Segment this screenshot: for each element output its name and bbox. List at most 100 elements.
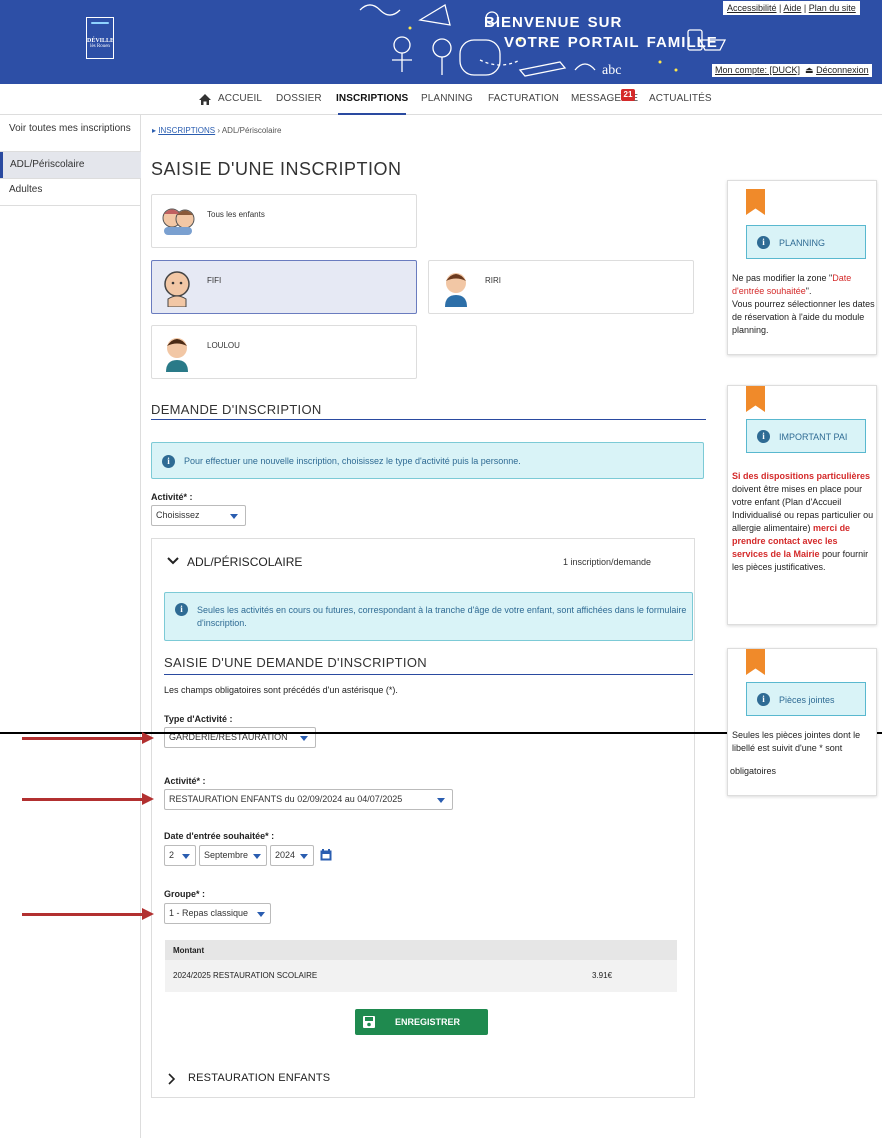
bookmark-icon <box>746 386 765 412</box>
groupe-label: Groupe* : <box>164 889 206 899</box>
planning-info-panel: i PLANNING Ne pas modifier la zone "Date… <box>727 180 877 355</box>
save-button-label: ENREGISTRER <box>395 1017 461 1027</box>
city-logo[interactable]: DÉVILLE lès Rouen <box>86 17 114 59</box>
pieces-jointes-note-2: obligatoires <box>730 766 777 776</box>
boy-avatar-icon <box>445 273 467 307</box>
help-link[interactable]: Aide <box>783 3 801 13</box>
breadcrumb-chevron-icon: ▸ <box>152 126 157 135</box>
sidebar-divider <box>0 205 141 206</box>
chevron-down-icon <box>253 854 261 859</box>
chevron-down-icon <box>257 912 265 917</box>
important-pai-label: IMPORTANT PAI <box>779 432 848 442</box>
sidebar-item-all-inscriptions[interactable]: Voir toutes mes inscriptions <box>0 123 141 134</box>
table-row-label: 2024/2025 RESTAURATION SCOLAIRE <box>173 971 318 980</box>
page-title: SAISIE D'UNE INSCRIPTION <box>151 159 402 179</box>
demande-info-text: Pour effectuer une nouvelle inscription,… <box>184 456 521 466</box>
pieces-jointes-button[interactable]: i Pièces jointes <box>746 682 866 716</box>
date-day-value: 2 <box>169 850 175 860</box>
type-activite-label: Type d'Activité : <box>164 714 233 724</box>
planning-note-text: Vous pourrez sélectionner les dates de r… <box>732 299 875 335</box>
nav-facturation[interactable]: FACTURATION <box>488 93 559 104</box>
adl-info-text: Seules les activités en cours ou futures… <box>197 605 687 628</box>
child-card-all[interactable]: Tous les enfants <box>151 194 417 248</box>
montant-table: Montant 2024/2025 RESTAURATION SCOLAIRE … <box>165 940 677 992</box>
planning-note: Ne pas modifier la zone "Date d'entrée s… <box>732 272 875 337</box>
chevron-down-icon <box>300 736 308 741</box>
arrow-annotation <box>22 732 154 744</box>
child-card-fifi[interactable]: FIFI <box>151 260 417 314</box>
child-name: Tous les enfants <box>207 210 265 219</box>
boy-avatar-icon <box>166 338 188 372</box>
restauration-enfants-accordion[interactable]: RESTAURATION ENFANTS <box>188 1072 330 1084</box>
main-nav: ACCUEIL DOSSIER INSCRIPTIONS PLANNING FA… <box>0 84 882 115</box>
adl-section-title[interactable]: ADL/PÉRISCOLAIRE <box>187 555 302 569</box>
nav-dossier[interactable]: DOSSIER <box>276 93 322 104</box>
nav-planning[interactable]: PLANNING <box>421 93 473 104</box>
type-activite-select[interactable]: GARDERIE/RESTAURATION <box>164 727 316 748</box>
pieces-jointes-panel: i Pièces jointes Seules les pièces joint… <box>727 648 877 796</box>
breadcrumb-inscriptions-link[interactable]: INSCRIPTIONS <box>158 126 215 135</box>
chevron-down-icon <box>437 798 445 803</box>
home-icon[interactable] <box>199 94 211 105</box>
form-subtitle-underline <box>164 674 693 675</box>
demande-title-underline <box>151 419 706 420</box>
welcome-title: bienvenue sur votre portail famille <box>484 9 718 52</box>
sidebar: Voir toutes mes inscriptions ADL/Périsco… <box>0 115 141 1138</box>
account-bar: Mon compte: [DUCK] ⏏ Déconnexion <box>712 64 872 77</box>
breadcrumb-current: ADL/Périscolaire <box>221 126 282 135</box>
messagerie-badge: 21 <box>621 89 635 101</box>
logo-wave-icon <box>91 22 109 24</box>
required-fields-note: Les champs obligatoires sont précédés d'… <box>164 685 398 695</box>
calendar-icon[interactable] <box>320 849 332 861</box>
groupe-value: 1 - Repas classique <box>169 908 249 918</box>
breadcrumb: ▸ INSCRIPTIONS › ADL/Périscolaire <box>152 126 282 135</box>
activite-label-2: Activité* : <box>164 776 206 786</box>
info-icon: i <box>757 693 770 706</box>
child-name: FIFI <box>207 276 222 285</box>
chevron-down-icon <box>230 514 238 519</box>
account-link[interactable]: Mon compte: [DUCK] <box>715 65 800 75</box>
nav-inscriptions[interactable]: INSCRIPTIONS <box>336 93 408 104</box>
date-year-value: 2024 <box>275 850 296 860</box>
planning-button-label: PLANNING <box>779 238 826 248</box>
welcome-line-2: votre portail famille <box>504 27 718 52</box>
chevron-down-icon[interactable] <box>167 556 179 566</box>
planning-note-text: ". <box>805 286 812 296</box>
form-subtitle: SAISIE D'UNE DEMANDE D'INSCRIPTION <box>164 655 427 670</box>
activite-label: Activité* : <box>151 492 193 502</box>
date-day-select[interactable]: 2 <box>164 845 196 866</box>
info-icon: i <box>757 430 770 443</box>
svg-text:abc: abc <box>602 63 621 78</box>
pieces-jointes-label: Pièces jointes <box>779 695 835 705</box>
child-name: RIRI <box>485 276 501 285</box>
chevron-right-icon[interactable] <box>168 1073 176 1085</box>
groupe-select[interactable]: 1 - Repas classique <box>164 903 271 924</box>
child-card-loulou[interactable]: LOULOU <box>151 325 417 379</box>
logout-link[interactable]: Déconnexion <box>816 65 869 75</box>
accessibility-link[interactable]: Accessibilité <box>727 3 777 13</box>
nav-actualites[interactable]: ACTUALITÉS <box>649 93 712 104</box>
baby-avatar-icon <box>164 271 190 307</box>
top-links: Accessibilité | Aide | Plan du site <box>723 1 860 15</box>
floppy-disk-icon <box>363 1016 375 1028</box>
save-button[interactable]: ENREGISTRER <box>355 1009 488 1035</box>
sidebar-item-adl[interactable]: ADL/Périscolaire <box>0 152 141 178</box>
activite-select-2[interactable]: RESTAURATION ENFANTS du 02/09/2024 au 04… <box>164 789 453 810</box>
activite-select-2-value: RESTAURATION ENFANTS du 02/09/2024 au 04… <box>169 794 403 804</box>
child-card-riri[interactable]: RIRI <box>428 260 694 314</box>
children-group-avatar-icon <box>162 208 195 235</box>
date-label: Date d'entrée souhaitée* : <box>164 831 275 841</box>
pieces-jointes-note: Seules les pièces jointes dont le libell… <box>732 730 861 753</box>
planning-button[interactable]: i PLANNING <box>746 225 866 259</box>
date-year-select[interactable]: 2024 <box>270 845 314 866</box>
info-icon: i <box>175 603 188 616</box>
activite-select-value: Choisissez <box>156 510 200 520</box>
bookmark-icon <box>746 189 765 215</box>
important-pai-button[interactable]: i IMPORTANT PAI <box>746 419 866 453</box>
sitemap-link[interactable]: Plan du site <box>809 3 856 13</box>
nav-accueil[interactable]: ACCUEIL <box>218 93 262 104</box>
sidebar-item-adultes[interactable]: Adultes <box>0 184 141 195</box>
date-month-select[interactable]: Septembre <box>199 845 267 866</box>
activite-select[interactable]: Choisissez <box>151 505 246 526</box>
pai-note-highlight: Si des dispositions particulières <box>732 471 871 481</box>
